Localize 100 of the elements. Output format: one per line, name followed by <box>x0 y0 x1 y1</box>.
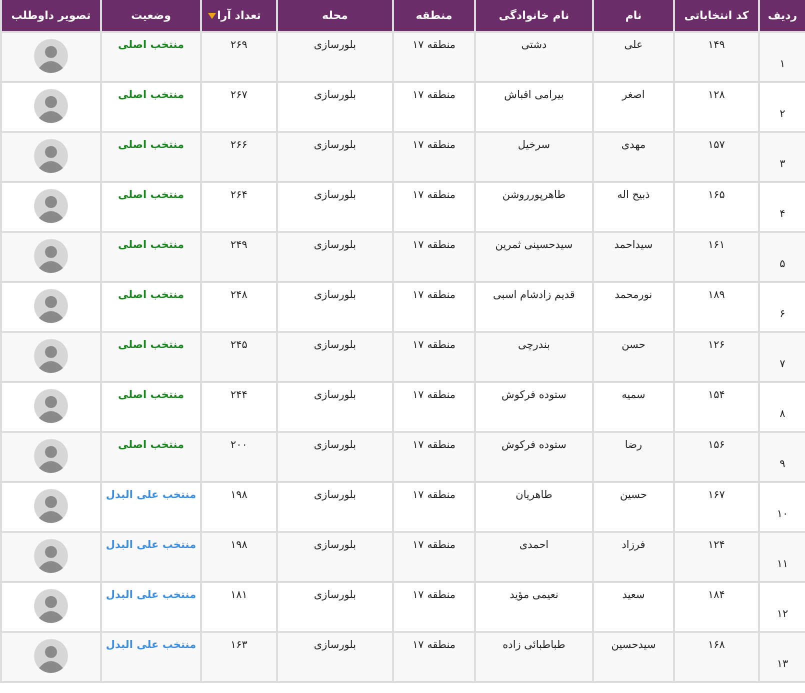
table-cell: منطقه ۱۷ <box>393 382 475 432</box>
avatar-placeholder <box>34 639 68 673</box>
status-cell: منتخب اصلی <box>101 432 201 482</box>
table-cell: ۱۳ <box>759 632 805 682</box>
sort-down-icon <box>208 13 216 19</box>
table-cell: منطقه ۱۷ <box>393 82 475 132</box>
table-cell: طاهریان <box>475 482 593 532</box>
table-cell: ۳ <box>759 132 805 182</box>
table-cell: ۱۹۸ <box>201 532 277 582</box>
avatar-placeholder <box>34 489 68 523</box>
table-cell: ۱۵۴ <box>674 382 759 432</box>
table-cell: رضا <box>593 432 674 482</box>
column-header[interactable]: تصویر داوطلب <box>1 0 101 32</box>
table-cell: بیرامی اقباش <box>475 82 593 132</box>
status-cell: منتخب اصلی <box>101 182 201 232</box>
table-cell: ۹ <box>759 432 805 482</box>
status-cell: منتخب اصلی <box>101 282 201 332</box>
table-cell: دشتی <box>475 32 593 82</box>
status-cell: منتخب اصلی <box>101 382 201 432</box>
column-header[interactable]: نام خانوادگی <box>475 0 593 32</box>
table-cell: نورمحمد <box>593 282 674 332</box>
table-cell: بلورسازی <box>277 382 393 432</box>
table-cell: ۲۶۷ <box>201 82 277 132</box>
column-header[interactable]: منطقه <box>393 0 475 32</box>
avatar-placeholder <box>34 439 68 473</box>
table-cell: بلورسازی <box>277 282 393 332</box>
table-cell: ۱۶۱ <box>674 232 759 282</box>
table-cell: بلورسازی <box>277 32 393 82</box>
column-header[interactable]: وضعیت <box>101 0 201 32</box>
table-cell: ۱۲۸ <box>674 82 759 132</box>
column-header[interactable]: ردیف <box>759 0 805 32</box>
status-cell: منتخب علی البدل <box>101 582 201 632</box>
table-cell: ۲۰۰ <box>201 432 277 482</box>
table-cell: ۱۶۵ <box>674 182 759 232</box>
table-cell: ۱۶۷ <box>674 482 759 532</box>
column-header[interactable]: محله <box>277 0 393 32</box>
status-cell: منتخب اصلی <box>101 332 201 382</box>
column-header[interactable]: کد انتخاباتی <box>674 0 759 32</box>
table-cell: قدیم زادشام اسبی <box>475 282 593 332</box>
table-cell: بلورسازی <box>277 232 393 282</box>
table-cell: حسن <box>593 332 674 382</box>
avatar-placeholder <box>34 589 68 623</box>
table-cell: مهدی <box>593 132 674 182</box>
table-cell: ۷ <box>759 332 805 382</box>
status-cell: منتخب علی البدل <box>101 532 201 582</box>
table-cell: منطقه ۱۷ <box>393 482 475 532</box>
status-cell: منتخب اصلی <box>101 232 201 282</box>
table-cell: ۱۶۳ <box>201 632 277 682</box>
table-cell: ۱۰ <box>759 482 805 532</box>
table-cell: ۱۲ <box>759 582 805 632</box>
table-cell: ۱۸۹ <box>674 282 759 332</box>
table-cell: ۱۲۶ <box>674 332 759 382</box>
table-cell: بلورسازی <box>277 182 393 232</box>
table-cell: ۲۶۹ <box>201 32 277 82</box>
table-cell: ۱۸۱ <box>201 582 277 632</box>
table-cell: بلورسازی <box>277 82 393 132</box>
status-cell: منتخب علی البدل <box>101 482 201 532</box>
table-cell: ۱ <box>759 32 805 82</box>
table-cell: احمدی <box>475 532 593 582</box>
table-cell: حسین <box>593 482 674 532</box>
table-cell: ۱۴۹ <box>674 32 759 82</box>
table-cell: بندرچی <box>475 332 593 382</box>
table-cell: بلورسازی <box>277 582 393 632</box>
table-cell: منطقه ۱۷ <box>393 432 475 482</box>
column-header[interactable]: نام <box>593 0 674 32</box>
table-cell: بلورسازی <box>277 482 393 532</box>
table-cell: ۲۶۴ <box>201 182 277 232</box>
table-cell: اصغر <box>593 82 674 132</box>
table-cell: ۲۴۸ <box>201 282 277 332</box>
avatar-placeholder <box>34 289 68 323</box>
column-header[interactable]: تعداد آرا <box>201 0 277 32</box>
table-cell: بلورسازی <box>277 632 393 682</box>
table-cell: سیدحسینی ثمرین <box>475 232 593 282</box>
table-cell: ۲۴۵ <box>201 332 277 382</box>
avatar-placeholder <box>34 389 68 423</box>
table-cell: سمیه <box>593 382 674 432</box>
status-cell: منتخب علی البدل <box>101 632 201 682</box>
table-cell: نعیمی مؤید <box>475 582 593 632</box>
table-cell: منطقه ۱۷ <box>393 132 475 182</box>
table-cell: منطقه ۱۷ <box>393 32 475 82</box>
table-cell: ۴ <box>759 182 805 232</box>
table-cell: بلورسازی <box>277 532 393 582</box>
table-cell: ۵ <box>759 232 805 282</box>
table-cell: ۱۵۶ <box>674 432 759 482</box>
table-cell: سیداحمد <box>593 232 674 282</box>
table-cell: ۲ <box>759 82 805 132</box>
table-cell: ستوده فرکوش <box>475 382 593 432</box>
avatar-placeholder <box>34 139 68 173</box>
avatar-placeholder <box>34 539 68 573</box>
table-cell: منطقه ۱۷ <box>393 232 475 282</box>
avatar-placeholder <box>34 339 68 373</box>
avatar-placeholder <box>34 189 68 223</box>
table-cell: منطقه ۱۷ <box>393 282 475 332</box>
table-cell: علی <box>593 32 674 82</box>
table-cell: بلورسازی <box>277 432 393 482</box>
avatar-placeholder <box>34 239 68 273</box>
table-cell: منطقه ۱۷ <box>393 582 475 632</box>
table-cell: ۱۵۷ <box>674 132 759 182</box>
table-cell: فرزاد <box>593 532 674 582</box>
table-cell: ذبیح اله <box>593 182 674 232</box>
